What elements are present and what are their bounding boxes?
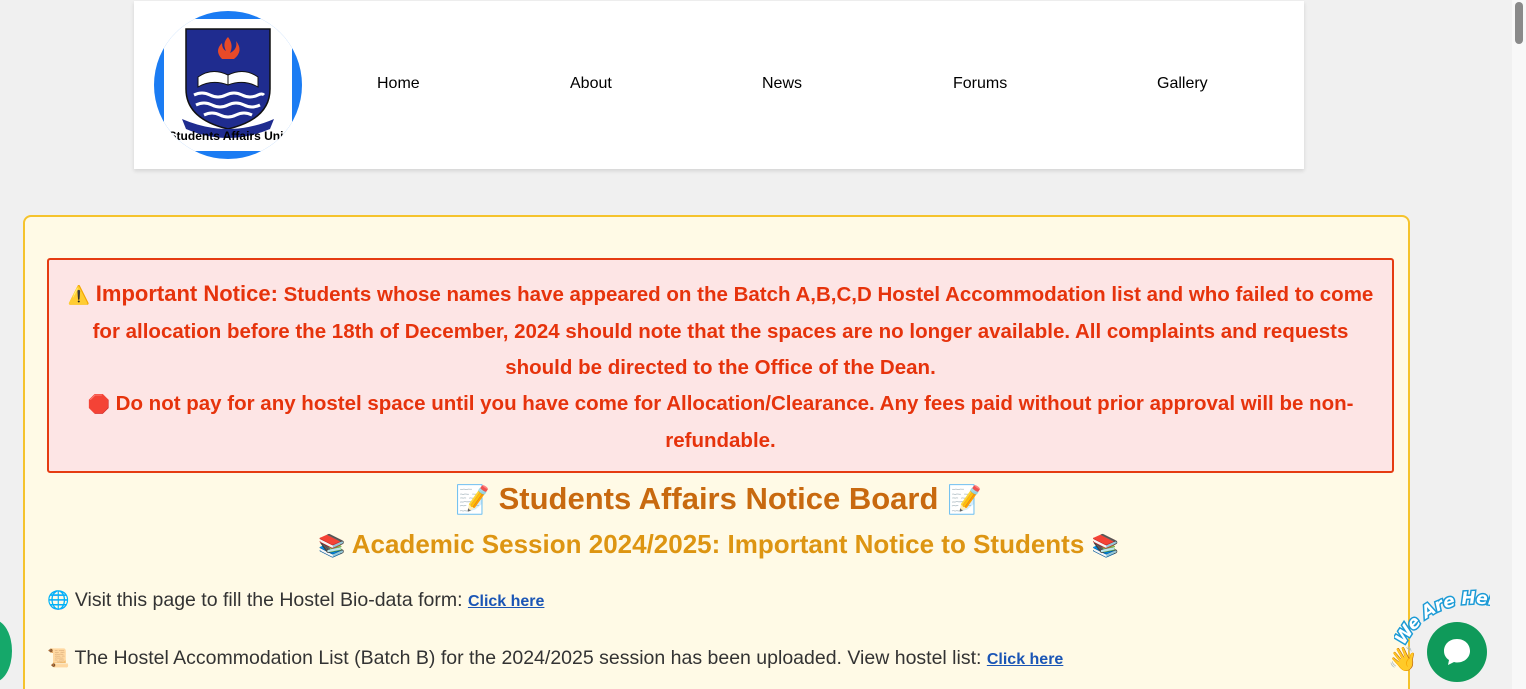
- important-notice-alert: ⚠️ Important Notice: Students whose name…: [47, 258, 1394, 473]
- whatsapp-chat-button[interactable]: [0, 620, 12, 682]
- board-subtitle: 📚 Academic Session 2024/2025: Important …: [25, 529, 1412, 560]
- nav-gallery[interactable]: Gallery: [1157, 75, 1208, 93]
- board-subtitle-text: Academic Session 2024/2025: Important No…: [351, 529, 1085, 559]
- books-icon: 📚: [1091, 534, 1119, 559]
- board-title-text: Students Affairs Notice Board: [498, 481, 939, 516]
- site-header: Students Affairs Unit Home About News Fo…: [134, 1, 1304, 169]
- board-title: 📝 Students Affairs Notice Board 📝: [25, 481, 1412, 517]
- list-item: 📜 The Hostel Accommodation List (Batch B…: [47, 647, 1063, 670]
- stop-icon: 🛑: [87, 394, 110, 415]
- logo-text: Students Affairs Unit: [168, 129, 288, 143]
- warning-icon: ⚠️: [67, 285, 91, 306]
- scrollbar-thumb[interactable]: [1515, 2, 1523, 44]
- notice-label: Important Notice:: [95, 281, 278, 306]
- list-item-text: The Hostel Accommodation List (Batch B) …: [74, 647, 982, 669]
- notice-message-2: Do not pay for any hostel space until yo…: [115, 392, 1354, 452]
- nav-home[interactable]: Home: [377, 75, 420, 93]
- globe-icon: 🌐: [47, 590, 70, 611]
- memo-icon: 📝: [455, 483, 490, 516]
- notice-board: ⚠️ Important Notice: Students whose name…: [23, 215, 1410, 689]
- hostel-list-link[interactable]: Click here: [987, 651, 1063, 668]
- biodata-form-link[interactable]: Click here: [468, 593, 544, 610]
- logo[interactable]: Students Affairs Unit: [154, 11, 302, 159]
- books-icon: 📚: [318, 534, 346, 559]
- nav-about[interactable]: About: [570, 75, 612, 93]
- nav-news[interactable]: News: [762, 75, 802, 93]
- page: Students Affairs Unit Home About News Fo…: [0, 0, 1526, 689]
- page-scroll-area: [1490, 0, 1526, 689]
- list-item-text: Visit this page to fill the Hostel Bio-d…: [74, 589, 463, 611]
- nav-forums[interactable]: Forums: [953, 75, 1007, 93]
- chat-button[interactable]: [1427, 622, 1487, 682]
- notice-message: Students whose names have appeared on th…: [92, 283, 1374, 379]
- scroll-icon: 📜: [47, 648, 70, 669]
- memo-icon: 📝: [947, 483, 982, 516]
- chat-bubble-icon: [1444, 639, 1470, 665]
- scrollbar[interactable]: [1512, 0, 1526, 689]
- wave-hand-icon: 👋: [1388, 645, 1418, 673]
- list-item: 🌐 Visit this page to fill the Hostel Bio…: [47, 589, 544, 612]
